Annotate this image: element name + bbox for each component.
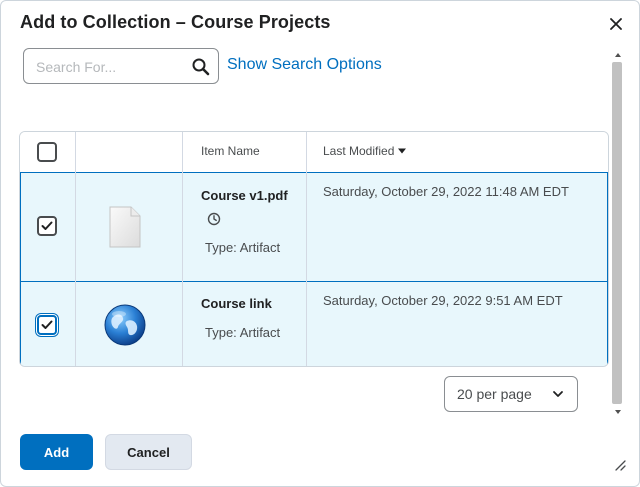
column-divider: [306, 132, 307, 366]
row-checkbox[interactable]: [37, 216, 57, 236]
add-to-collection-dialog: Add to Collection – Course Projects Show…: [0, 0, 640, 487]
clock-icon: [207, 212, 221, 226]
per-page-value: 20 per page: [457, 386, 532, 402]
item-last-modified: Saturday, October 29, 2022 9:51 AM EDT: [323, 293, 563, 308]
cancel-button[interactable]: Cancel: [105, 434, 192, 470]
item-name[interactable]: Course link: [201, 296, 272, 311]
item-type: Type: Artifact: [205, 325, 281, 340]
globe-link-icon: [104, 304, 146, 346]
dialog-scrollbar[interactable]: [610, 48, 626, 421]
resize-handle-icon[interactable]: [613, 458, 627, 472]
chevron-down-icon: [553, 391, 563, 397]
column-divider: [182, 132, 183, 366]
item-last-modified: Saturday, October 29, 2022 11:48 AM EDT: [323, 184, 569, 199]
search-box: [23, 48, 219, 84]
scroll-up-arrow-icon[interactable]: [613, 50, 623, 60]
items-table: Item Name Last Modified Course v1.pdf Ty…: [19, 131, 609, 367]
caret-down-icon: [398, 148, 407, 154]
row-checkbox[interactable]: [37, 315, 57, 335]
scroll-down-arrow-icon[interactable]: [613, 407, 623, 417]
checkmark-icon: [41, 221, 53, 230]
close-icon: [610, 18, 622, 30]
close-button[interactable]: [605, 13, 627, 35]
checkmark-icon: [41, 320, 53, 329]
dialog-title: Add to Collection – Course Projects: [20, 12, 331, 32]
item-name[interactable]: Course v1.pdf: [201, 188, 288, 203]
pdf-file-icon: [109, 206, 141, 248]
column-header-last-modified-label: Last Modified: [323, 144, 395, 158]
select-all-checkbox[interactable]: [37, 142, 57, 162]
search-button[interactable]: [190, 56, 212, 78]
add-button[interactable]: Add: [20, 434, 93, 470]
scroll-thumb[interactable]: [612, 62, 622, 404]
search-icon: [192, 58, 210, 76]
column-header-item-name: Item Name: [201, 144, 260, 158]
show-search-options-link[interactable]: Show Search Options: [227, 56, 382, 74]
table-header-row: Item Name Last Modified: [20, 132, 608, 172]
item-type: Type: Artifact: [205, 240, 281, 255]
search-input[interactable]: [36, 57, 186, 77]
column-divider: [75, 132, 76, 366]
column-header-last-modified[interactable]: Last Modified: [323, 144, 407, 158]
table-row[interactable]: Course link Type: Artifact Saturday, Oct…: [20, 281, 608, 366]
per-page-select[interactable]: 20 per page: [444, 376, 578, 412]
table-row[interactable]: Course v1.pdf Type: Artifact Saturday, O…: [20, 172, 608, 282]
